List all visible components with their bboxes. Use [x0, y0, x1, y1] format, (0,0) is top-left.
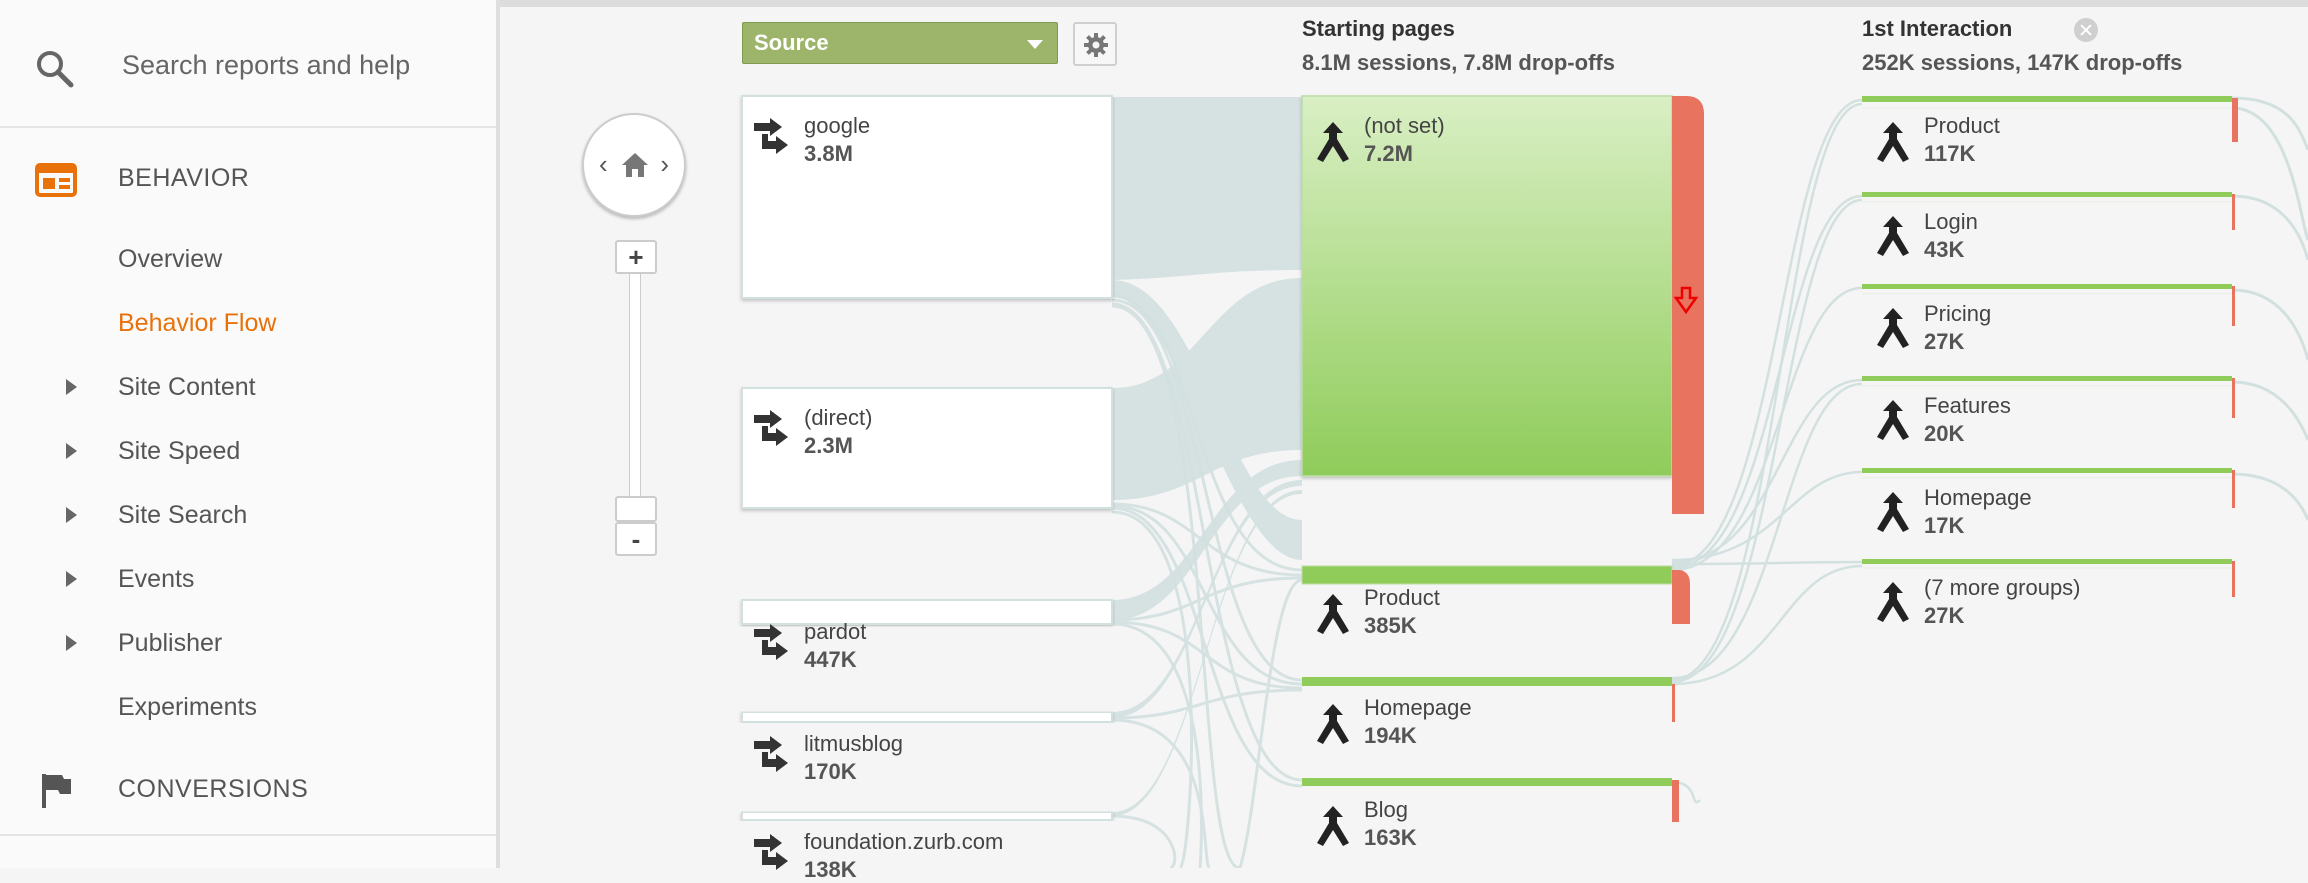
- page-group-icon: [1317, 704, 1349, 744]
- source-value: 170K: [804, 759, 857, 784]
- page-name: Product: [1924, 113, 2000, 138]
- page-group-icon: [1877, 492, 1909, 532]
- page-value: 17K: [1924, 513, 1965, 538]
- page-value: 117K: [1924, 141, 1976, 166]
- page-value: 27K: [1924, 329, 1965, 354]
- source-value: 3.8M: [804, 141, 853, 166]
- page-value: 163K: [1364, 825, 1417, 850]
- page-group-icon: [1317, 122, 1349, 162]
- interaction-node-more-groups-label[interactable]: (7 more groups) 27K: [1924, 575, 2081, 629]
- source-icon: [754, 118, 788, 154]
- interaction-node-features-label[interactable]: Features 20K: [1924, 393, 2011, 447]
- dropoff-bar: [1672, 570, 1690, 624]
- page-name: Homepage: [1364, 695, 1472, 720]
- dropoff-bar: [1672, 96, 1704, 514]
- page-group-icon: [1317, 806, 1349, 846]
- page-value: 194K: [1364, 723, 1417, 748]
- interaction-node-login-label[interactable]: Login 43K: [1924, 209, 1978, 263]
- dropoff-bar: [2232, 194, 2235, 230]
- source-node-direct: [741, 387, 1113, 509]
- page-name: Pricing: [1924, 301, 1992, 326]
- source-icon: [754, 410, 788, 446]
- dropoff-bar: [1672, 684, 1675, 722]
- source-node-direct-label[interactable]: (direct) 2.3M: [804, 405, 872, 459]
- interaction-node-features: [1862, 376, 2232, 381]
- source-node-pardot: [741, 599, 1113, 625]
- page-node-blog-label[interactable]: Blog 163K: [1364, 797, 1417, 851]
- page-node-not-set: [1301, 95, 1673, 477]
- page-node-product-label[interactable]: Product 385K: [1364, 585, 1440, 639]
- page-name: Features: [1924, 393, 2011, 418]
- source-value: 2.3M: [804, 433, 853, 458]
- source-name: (direct): [804, 405, 873, 430]
- source-icon: [754, 624, 788, 660]
- dropoff-bar: [2232, 286, 2235, 326]
- interaction-node-homepage-label[interactable]: Homepage 17K: [1924, 485, 2032, 539]
- page-name: Blog: [1364, 797, 1409, 822]
- source-value: 447K: [804, 647, 857, 672]
- source-name: foundation.zurb.com: [804, 829, 1004, 854]
- page-node-homepage-label[interactable]: Homepage 194K: [1364, 695, 1472, 749]
- interaction-node-pricing: [1862, 284, 2232, 289]
- dropoff-bar: [2232, 378, 2235, 418]
- page-group-icon: [1317, 594, 1349, 634]
- source-node-google: [741, 95, 1113, 299]
- interaction-node-more-groups: [1862, 559, 2232, 564]
- page-value: 20K: [1924, 421, 1965, 446]
- page-value: 385K: [1364, 613, 1417, 638]
- source-node-litmusblog: [741, 711, 1113, 723]
- page-node-homepage: [1302, 677, 1672, 686]
- flow-link: [1112, 97, 1302, 280]
- page-node-blog: [1302, 778, 1672, 786]
- source-node-pardot-label[interactable]: pardot 447K: [804, 619, 866, 673]
- source-icon: [754, 736, 788, 772]
- page-group-icon: [1877, 400, 1909, 440]
- page-group-icon: [1877, 122, 1909, 162]
- source-node-google-label[interactable]: google 3.8M: [804, 113, 870, 167]
- interaction-node-product-label[interactable]: Product 117K: [1924, 113, 2000, 167]
- dropoff-bar: [2232, 470, 2235, 508]
- page-group-icon: [1877, 216, 1909, 256]
- page-name: Login: [1924, 209, 1978, 234]
- source-node-foundation-label[interactable]: foundation.zurb.com 138K: [804, 829, 1003, 883]
- page-group-icon: [1877, 582, 1909, 622]
- source-value: 138K: [804, 857, 857, 882]
- dropoff-bar: [2232, 98, 2238, 142]
- interaction-node-homepage: [1862, 468, 2232, 473]
- source-name: pardot: [804, 619, 867, 644]
- source-icon: [754, 834, 788, 870]
- source-name: litmusblog: [804, 731, 904, 756]
- page-name: Product: [1364, 585, 1440, 610]
- interaction-node-product: [1862, 96, 2232, 102]
- source-node-foundation: [741, 811, 1113, 821]
- page-name: (7 more groups): [1924, 575, 2081, 600]
- page-value: 27K: [1924, 603, 1965, 628]
- page-node-not-set-label[interactable]: (not set) 7.2M: [1364, 113, 1445, 167]
- source-node-litmusblog-label[interactable]: litmusblog 170K: [804, 731, 903, 785]
- page-value: 43K: [1924, 237, 1965, 262]
- page-group-icon: [1877, 308, 1909, 348]
- dropoff-bar: [1672, 780, 1679, 822]
- dropoff-bar: [2232, 561, 2235, 597]
- page-name: (not set): [1364, 113, 1445, 138]
- page-value: 7.2M: [1364, 141, 1413, 166]
- interaction-node-login: [1862, 192, 2232, 197]
- source-name: google: [804, 113, 871, 138]
- page-node-product: [1301, 565, 1673, 585]
- page-name: Homepage: [1924, 485, 2032, 510]
- interaction-node-pricing-label[interactable]: Pricing 27K: [1924, 301, 1991, 355]
